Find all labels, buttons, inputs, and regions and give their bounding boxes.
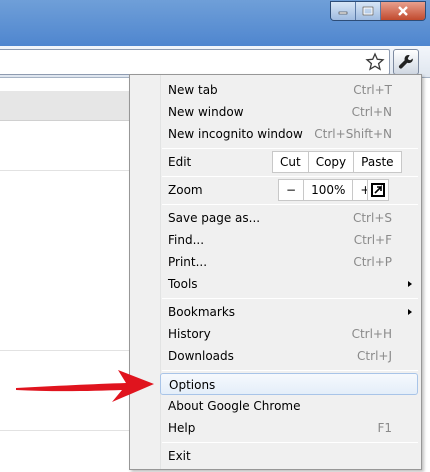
menu-item-shortcut: Ctrl+S bbox=[352, 211, 392, 225]
zoom-controls: − 100% + bbox=[278, 179, 379, 201]
menu-item-label: Help bbox=[168, 421, 196, 435]
close-button[interactable] bbox=[381, 2, 425, 20]
page-header-band bbox=[0, 91, 140, 121]
menu-item-downloads[interactable]: Downloads Ctrl+J bbox=[160, 345, 418, 367]
menu-item-label: Options bbox=[169, 378, 216, 392]
menu-item-help[interactable]: Help F1 bbox=[160, 417, 418, 439]
menu-item-shortcut: Ctrl+H bbox=[351, 327, 392, 341]
menu-item-shortcut: Ctrl+P bbox=[353, 255, 392, 269]
menu-item-new-incognito-window[interactable]: New incognito window Ctrl+Shift+N bbox=[160, 123, 418, 145]
wrench-icon bbox=[398, 55, 413, 69]
page-divider bbox=[0, 170, 140, 171]
window-controls bbox=[330, 1, 426, 21]
menu-item-label: Bookmarks bbox=[168, 305, 236, 319]
cut-button[interactable]: Cut bbox=[273, 152, 309, 172]
menu-separator bbox=[162, 204, 418, 205]
menu-item-shortcut: Ctrl+F bbox=[353, 233, 392, 247]
address-bar[interactable] bbox=[0, 49, 390, 75]
menu-item-shortcut: Ctrl+T bbox=[353, 83, 392, 97]
menu-separator bbox=[162, 442, 418, 443]
menu-separator bbox=[162, 148, 418, 149]
menu-separator bbox=[162, 370, 418, 371]
submenu-arrow-icon bbox=[408, 309, 412, 315]
page-divider bbox=[0, 350, 140, 351]
minimize-icon bbox=[338, 11, 348, 15]
menu-separator bbox=[162, 176, 418, 177]
menu-item-options[interactable]: Options bbox=[160, 373, 418, 395]
fullscreen-button[interactable] bbox=[367, 179, 389, 201]
menu-item-label: Zoom bbox=[168, 183, 203, 197]
menu-item-bookmarks[interactable]: Bookmarks bbox=[160, 301, 418, 323]
menu-button[interactable] bbox=[393, 49, 419, 75]
chrome-menu: New tab Ctrl+T New window Ctrl+N New inc… bbox=[129, 74, 422, 470]
paste-button[interactable]: Paste bbox=[354, 152, 400, 172]
menu-item-shortcut: F1 bbox=[377, 421, 392, 435]
menu-item-history[interactable]: History Ctrl+H bbox=[160, 323, 418, 345]
fullscreen-icon bbox=[371, 183, 385, 197]
zoom-level: 100% bbox=[304, 180, 354, 200]
menu-item-exit[interactable]: Exit bbox=[160, 445, 418, 467]
maximize-icon bbox=[362, 6, 374, 16]
zoom-out-button[interactable]: − bbox=[279, 180, 305, 200]
edit-button-group: Cut Copy Paste bbox=[272, 151, 402, 173]
menu-item-shortcut: Ctrl+N bbox=[351, 105, 392, 119]
menu-item-label: About Google Chrome bbox=[168, 399, 301, 413]
menu-item-label: Downloads bbox=[168, 349, 234, 363]
menu-item-label: New window bbox=[168, 105, 244, 119]
minimize-button[interactable] bbox=[331, 2, 356, 20]
window-frame bbox=[0, 0, 430, 46]
menu-item-new-tab[interactable]: New tab Ctrl+T bbox=[160, 79, 418, 101]
menu-gutter bbox=[130, 75, 161, 469]
submenu-arrow-icon bbox=[408, 281, 412, 287]
star-icon[interactable] bbox=[365, 52, 385, 72]
menu-item-label: Edit bbox=[168, 155, 192, 169]
menu-item-print[interactable]: Print... Ctrl+P bbox=[160, 251, 418, 273]
menu-item-shortcut: Ctrl+Shift+N bbox=[314, 127, 392, 141]
menu-item-new-window[interactable]: New window Ctrl+N bbox=[160, 101, 418, 123]
menu-item-label: New tab bbox=[168, 83, 218, 97]
copy-button[interactable]: Copy bbox=[309, 152, 355, 172]
menu-item-label: History bbox=[168, 327, 211, 341]
red-arrow-icon bbox=[16, 370, 154, 402]
menu-item-label: Find... bbox=[168, 233, 205, 247]
menu-item-about[interactable]: About Google Chrome bbox=[160, 395, 418, 417]
menu-item-label: Print... bbox=[168, 255, 208, 269]
menu-separator bbox=[162, 298, 418, 299]
menu-item-label: New incognito window bbox=[168, 127, 303, 141]
page-divider bbox=[0, 430, 140, 431]
menu-item-label: Tools bbox=[168, 277, 198, 291]
close-icon bbox=[398, 6, 408, 16]
menu-item-label: Exit bbox=[168, 449, 191, 463]
maximize-button[interactable] bbox=[356, 2, 381, 20]
menu-item-label: Save page as... bbox=[168, 211, 261, 225]
menu-item-find[interactable]: Find... Ctrl+F bbox=[160, 229, 418, 251]
menu-item-tools[interactable]: Tools bbox=[160, 273, 418, 295]
menu-item-shortcut: Ctrl+J bbox=[357, 349, 392, 363]
menu-item-save-page[interactable]: Save page as... Ctrl+S bbox=[160, 207, 418, 229]
